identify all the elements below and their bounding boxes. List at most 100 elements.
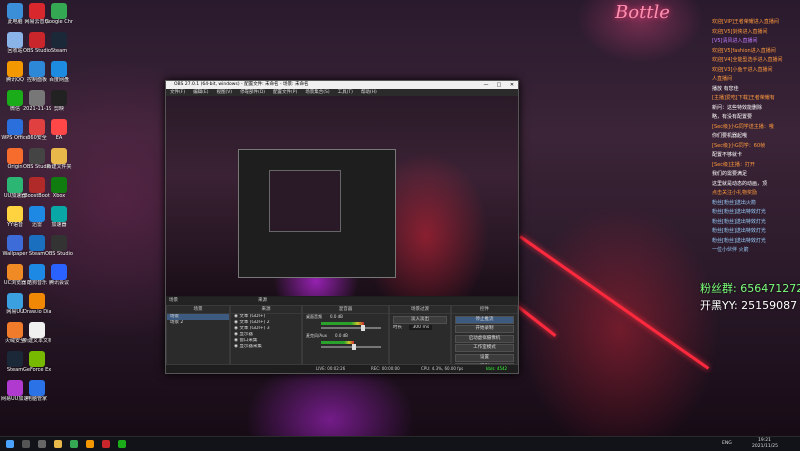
channel-name: 桌面音频 bbox=[306, 314, 322, 319]
preview-canvas[interactable]: 欢迎主播王者进入直播小鱼特效配置打开礼物粉丝群656471272开黑YY:251… bbox=[166, 96, 518, 296]
desktop-icon[interactable]: OBS Studio bbox=[45, 235, 73, 257]
kbps: kb/s: 4542 bbox=[486, 366, 508, 371]
source-item[interactable]: ◉ 显示器采集 bbox=[231, 344, 301, 350]
language-indicator[interactable]: ENG bbox=[722, 440, 732, 447]
wechat-icon[interactable] bbox=[118, 440, 126, 448]
desktop-icon[interactable]: 新建文本文档 bbox=[23, 322, 51, 344]
app-icon bbox=[51, 206, 67, 222]
desktop-icon[interactable]: 电脑管家 bbox=[23, 380, 51, 402]
transition-select[interactable]: 淡入淡出 bbox=[393, 315, 447, 324]
maximize-icon[interactable]: □ bbox=[493, 81, 505, 89]
desktop-icon-label: Xbox bbox=[52, 193, 66, 199]
desktop-icon-label: Draw.io Diagrams bbox=[23, 309, 51, 315]
desktop-icon[interactable]: Steam bbox=[45, 32, 73, 54]
app-icon bbox=[29, 61, 45, 77]
menu-item[interactable]: 视图(V) bbox=[216, 90, 232, 95]
transitions-header: 场景过渡 bbox=[390, 306, 450, 314]
taskbar: ENG 19:21 2021/11/25 bbox=[0, 436, 800, 451]
chat-message: 欢迎[V4]全能型选手进入直播间 bbox=[712, 57, 783, 63]
volume-slider[interactable] bbox=[321, 344, 381, 350]
menu-item[interactable]: 工具(T) bbox=[338, 90, 353, 95]
chat-message: 你们要机器起哦 bbox=[712, 133, 748, 139]
live-time: LIVE: 00:02:26 bbox=[316, 366, 346, 371]
desktop-icon[interactable]: 百度网盘 bbox=[45, 61, 73, 83]
chat-message: [Sec级]小G同学：60帧 bbox=[712, 142, 766, 149]
neon-sign: Bottle bbox=[615, 2, 670, 23]
chat-message: 粉丝[粉丝]送出特效灯光 bbox=[712, 237, 766, 244]
desktop-icon[interactable]: 剪映 bbox=[45, 90, 73, 112]
nested-preview-inner bbox=[269, 170, 341, 232]
desktop-icon[interactable]: 腾讯会议 bbox=[45, 264, 73, 286]
desktop-icons: 此电脑网易云音乐Google Chrome回收站OBS StudioSteam腾… bbox=[0, 0, 80, 430]
app-icon bbox=[29, 351, 45, 367]
app-icon bbox=[51, 264, 67, 280]
control-button[interactable]: 工作室模式 bbox=[455, 344, 514, 352]
chat-message: 我们的需要满足 bbox=[712, 171, 748, 177]
app-icon bbox=[51, 177, 67, 193]
control-button[interactable]: 启动虚拟摄像机 bbox=[455, 334, 514, 343]
menu-item[interactable]: 文件(F) bbox=[170, 90, 185, 95]
source-label: 显示器采集 bbox=[239, 344, 262, 349]
duration-input[interactable]: 300 ms bbox=[409, 325, 433, 330]
scene-item[interactable]: 场景 2 bbox=[167, 320, 229, 326]
live-chat-overlay: 欢迎[VIP]王者荣耀进入直播间 欢迎[V5]剑侠进入直播间 [V5]清风进入直播间… bbox=[712, 18, 800, 256]
app-icon bbox=[7, 3, 23, 19]
mixer-channel-label: 麦克风/Aux 0.0 dB bbox=[303, 333, 388, 339]
title-bar[interactable]: OBS 27.0.1 (64-bit, windows) - 配置文件: 未命名… bbox=[166, 81, 518, 89]
duration-row: 时长 300 ms bbox=[390, 325, 450, 331]
search-icon[interactable] bbox=[22, 440, 30, 448]
volume-slider-handle[interactable] bbox=[361, 325, 365, 331]
start-button-icon[interactable] bbox=[6, 440, 14, 448]
volume-slider[interactable] bbox=[321, 325, 381, 331]
controls-panel: 控件 停止推流开始录制启动虚拟摄像机工作室模式设置退出 bbox=[451, 305, 518, 371]
desktop-icon[interactable]: Draw.io Diagrams bbox=[23, 293, 51, 315]
app-icon bbox=[29, 119, 45, 135]
control-button[interactable]: 停止推流 bbox=[455, 315, 514, 324]
mixer-panel: 混音器 桌面音频 0.0 dB 麦克风/Aux 0.0 dB bbox=[302, 305, 389, 365]
desktop-icon[interactable]: 加速器 bbox=[45, 206, 73, 228]
qq-icon[interactable] bbox=[86, 440, 94, 448]
app-icon bbox=[29, 148, 45, 164]
desktop-icon-label: OBS Studio bbox=[45, 251, 73, 257]
status-bar: LIVE: 00:02:26 REC: 00:00:00 CPU: 4.3%, … bbox=[166, 364, 518, 373]
app-icon bbox=[7, 148, 23, 164]
clock-date[interactable]: 2021/11/25 bbox=[752, 443, 778, 450]
obs-window[interactable]: OBS 27.0.1 (64-bit, windows) - 配置文件: 未命名… bbox=[165, 80, 519, 374]
volume-meter bbox=[321, 322, 364, 325]
file-explorer-icon[interactable] bbox=[54, 440, 62, 448]
yy-channel-text: 开黑YY: 25159087 bbox=[700, 299, 798, 312]
chat-message: 播放 有您佳 bbox=[712, 85, 739, 92]
desktop-icon[interactable]: Google Chrome bbox=[45, 3, 73, 25]
menu-item[interactable]: 配置文件(P) bbox=[273, 90, 297, 95]
control-button[interactable]: 开始录制 bbox=[455, 325, 514, 333]
menu-item[interactable]: 停靠部件(D) bbox=[240, 90, 265, 95]
app-icon bbox=[51, 235, 67, 251]
duration-label: 时长 bbox=[393, 325, 402, 330]
app-icon bbox=[29, 206, 45, 222]
obs-taskbar-icon[interactable] bbox=[102, 440, 110, 448]
chat-message: 欢迎[V3]小鱼干进入直播间 bbox=[712, 66, 773, 73]
sources-dock-title: 来源 bbox=[258, 298, 267, 303]
chrome-icon[interactable] bbox=[70, 440, 78, 448]
chat-message: 人直播间 bbox=[712, 76, 733, 82]
desktop-icon[interactable]: EA bbox=[45, 119, 73, 141]
app-icon bbox=[7, 61, 23, 77]
chat-message: [V5]清风进入直播间 bbox=[712, 38, 758, 44]
menu-item[interactable]: 场景集合(S) bbox=[305, 90, 329, 95]
chat-message: 欢迎[V5]剑侠进入直播间 bbox=[712, 28, 768, 35]
desktop-icon-label: GeForce Experience bbox=[23, 367, 51, 373]
task-view-icon[interactable] bbox=[38, 440, 46, 448]
app-icon bbox=[7, 293, 23, 309]
controls-header: 控件 bbox=[452, 306, 517, 314]
menu-item[interactable]: 编辑(E) bbox=[193, 90, 208, 95]
minimize-icon[interactable]: — bbox=[480, 81, 492, 89]
volume-slider-handle[interactable] bbox=[352, 344, 356, 350]
desktop-icon[interactable]: Xbox bbox=[45, 177, 73, 199]
desktop-icon[interactable]: 新建文件夹 bbox=[45, 148, 73, 170]
app-icon bbox=[7, 177, 23, 193]
menu-item[interactable]: 帮助(H) bbox=[361, 90, 377, 95]
desktop-icon[interactable]: GeForce Experience bbox=[23, 351, 51, 373]
control-button[interactable]: 设置 bbox=[455, 353, 514, 362]
close-icon[interactable]: ✕ bbox=[506, 81, 518, 89]
chat-message: 配置不够就卡 bbox=[712, 152, 743, 158]
